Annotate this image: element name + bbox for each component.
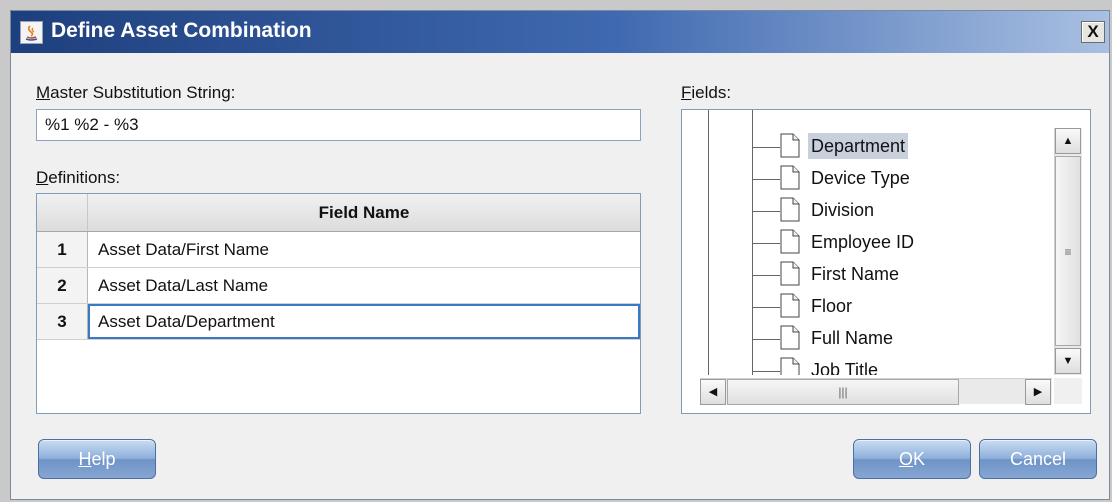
definitions-label: Definitions:: [36, 168, 121, 187]
close-icon: X: [1087, 22, 1099, 41]
fields-label: Fields:: [681, 83, 732, 102]
tree-item-label: Floor: [811, 296, 853, 316]
field-name-cell[interactable]: Asset Data/First Name: [88, 232, 640, 267]
ok-button[interactable]: OK: [853, 439, 971, 479]
table-row-selected[interactable]: 3 Asset Data/Department: [37, 304, 640, 340]
tree-item-label: First Name: [811, 264, 900, 284]
scroll-left-button[interactable]: ◀: [700, 379, 726, 405]
tree-view[interactable]: Department Device Type Division Employee…: [682, 110, 1052, 375]
tree-item-division[interactable]: Division: [752, 194, 1052, 226]
row-number: 3: [37, 304, 88, 339]
help-button[interactable]: Help: [38, 439, 156, 479]
vertical-scrollbar[interactable]: ▲ ≡ ▼: [1054, 128, 1082, 375]
tree-item-label: Division: [811, 200, 875, 220]
define-asset-combination-dialog: Define Asset Combination X Master Substi…: [10, 10, 1110, 500]
cancel-button[interactable]: Cancel: [979, 439, 1097, 479]
tree-item-label: Full Name: [811, 328, 894, 348]
tree-item-label: Employee ID: [811, 232, 915, 252]
title-bar[interactable]: Define Asset Combination X: [11, 11, 1109, 53]
horizontal-scrollbar[interactable]: ◀ ||| ▶: [700, 378, 1052, 405]
header-corner: [37, 194, 88, 231]
arrow-left-icon: ◀: [708, 386, 718, 398]
arrow-up-icon: ▲: [1062, 135, 1074, 147]
tree-branch-line: [752, 275, 780, 276]
tree-connector: [708, 110, 709, 375]
tree-branch-line: [752, 147, 780, 148]
row-number: 1: [37, 232, 88, 267]
definitions-table[interactable]: Field Name 1 Asset Data/First Name 2 Ass…: [36, 193, 641, 414]
tree-item-label: Department: [808, 133, 909, 159]
tree-branch-line: [752, 339, 780, 340]
table-row[interactable]: 2 Asset Data/Last Name: [37, 268, 640, 304]
fields-tree[interactable]: Department Device Type Division Employee…: [681, 109, 1091, 414]
tree-item-label: Job Title: [811, 360, 879, 375]
tree-item-job-title[interactable]: Job Title: [752, 354, 1052, 375]
document-icon: [780, 165, 800, 190]
horizontal-scroll-thumb[interactable]: |||: [727, 379, 959, 405]
scroll-right-button[interactable]: ▶: [1025, 379, 1051, 405]
table-row[interactable]: 1 Asset Data/First Name: [37, 232, 640, 268]
tree-branch-line: [752, 243, 780, 244]
tree-item-device-type[interactable]: Device Type: [752, 162, 1052, 194]
document-icon: [780, 325, 800, 350]
tree-item-department[interactable]: Department: [752, 130, 1052, 162]
vertical-scroll-thumb[interactable]: ≡: [1055, 156, 1081, 346]
close-button[interactable]: X: [1081, 21, 1105, 43]
table-header: Field Name: [37, 194, 640, 232]
tree-item-full-name[interactable]: Full Name: [752, 322, 1052, 354]
row-number: 2: [37, 268, 88, 303]
document-icon: [780, 261, 800, 286]
tree-branch-line: [752, 307, 780, 308]
grip-icon: |||: [838, 385, 848, 399]
scroll-up-button[interactable]: ▲: [1055, 128, 1081, 154]
arrow-right-icon: ▶: [1033, 386, 1043, 398]
tree-branch-line: [752, 211, 780, 212]
arrow-down-icon: ▼: [1062, 355, 1074, 367]
scrollbar-corner: [1054, 378, 1082, 404]
grip-icon: ≡: [1064, 245, 1072, 259]
field-name-cell[interactable]: Asset Data/Last Name: [88, 268, 640, 303]
tree-item-floor[interactable]: Floor: [752, 290, 1052, 322]
document-icon: [780, 293, 800, 318]
document-icon: [780, 357, 800, 375]
document-icon: [780, 133, 800, 158]
tree-item-label: Device Type: [811, 168, 910, 188]
tree-item-first-name[interactable]: First Name: [752, 258, 1052, 290]
tree-item-employee-id[interactable]: Employee ID: [752, 226, 1052, 258]
field-name-cell[interactable]: Asset Data/Department: [88, 304, 640, 339]
java-app-icon: [20, 21, 43, 44]
tree-branch-line: [752, 371, 780, 372]
field-name-column-header[interactable]: Field Name: [88, 194, 640, 231]
master-substitution-input[interactable]: %1 %2 - %3: [36, 109, 641, 141]
scroll-down-button[interactable]: ▼: [1055, 348, 1081, 374]
dialog-title: Define Asset Combination: [51, 19, 312, 42]
tree-branch-line: [752, 179, 780, 180]
master-substitution-label: Master Substitution String:: [36, 83, 236, 102]
document-icon: [780, 197, 800, 222]
document-icon: [780, 229, 800, 254]
